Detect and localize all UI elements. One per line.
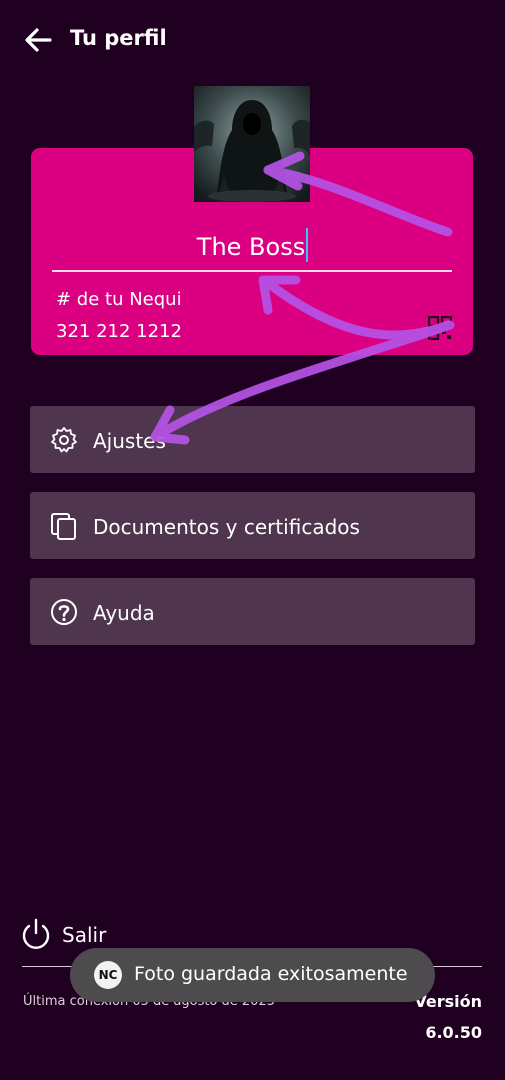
hooded-figure-photo bbox=[194, 86, 310, 202]
menu-item-label: Ajustes bbox=[93, 429, 166, 453]
qr-code-icon bbox=[427, 315, 453, 341]
back-button[interactable] bbox=[22, 24, 54, 56]
logout-label: Salir bbox=[62, 923, 107, 947]
text-caret bbox=[306, 228, 309, 262]
menu-item-ajustes[interactable]: Ajustes bbox=[30, 406, 475, 473]
menu-item-label: Documentos y certificados bbox=[93, 515, 360, 539]
page-title: Tu perfil bbox=[70, 26, 167, 50]
profile-name-field[interactable]: The Boss bbox=[0, 228, 505, 262]
profile-name-value: The Boss bbox=[196, 233, 306, 261]
toast-message: Foto guardada exitosamente bbox=[134, 963, 408, 985]
menu-item-ayuda[interactable]: Ayuda bbox=[30, 578, 475, 645]
documents-icon bbox=[51, 513, 76, 540]
app-logo-icon: NC bbox=[94, 961, 122, 989]
version-number: 6.0.50 bbox=[425, 1023, 482, 1042]
help-icon bbox=[51, 599, 77, 625]
gear-icon bbox=[51, 427, 77, 453]
nequi-number-label: # de tu Nequi bbox=[56, 289, 182, 310]
profile-photo[interactable] bbox=[194, 86, 310, 202]
name-field-underline bbox=[52, 270, 452, 272]
menu-item-label: Ayuda bbox=[93, 601, 155, 625]
arrow-left-icon bbox=[25, 28, 52, 52]
power-icon bbox=[22, 918, 50, 949]
qr-code-button[interactable] bbox=[427, 315, 453, 341]
app-header: Tu perfil bbox=[0, 0, 505, 80]
nequi-number-value: 321 212 1212 bbox=[56, 321, 182, 342]
menu-item-documentos[interactable]: Documentos y certificados bbox=[30, 492, 475, 559]
toast-notification: NC Foto guardada exitosamente bbox=[70, 948, 435, 1002]
